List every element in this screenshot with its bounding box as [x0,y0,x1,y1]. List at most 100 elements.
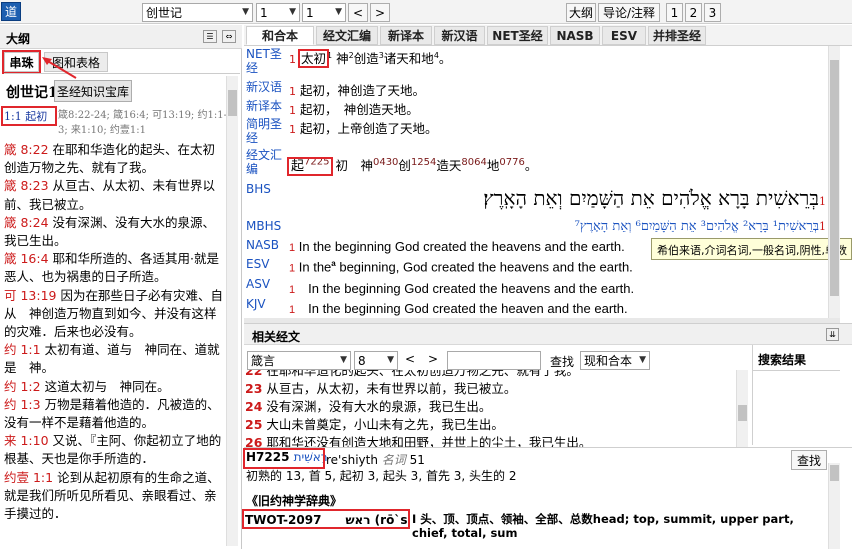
verse-text: 起初，上帝创造了天地。 [299,121,438,136]
lexicon-search-button[interactable]: 查找 [791,450,827,470]
highlight-word[interactable]: 起7225 [286,157,334,176]
part-of-speech: 名词 [381,453,406,467]
crossref-item[interactable]: 约 1:2 这道太初与 神同在。 [4,378,224,396]
related-line[interactable]: 26 耶和华还没有创造大地和田野，并世上的尘土，我已生出。 [245,434,591,447]
version-name-jjsj[interactable]: 简明圣经 [246,117,286,145]
crossref-ref[interactable]: 约壹 1:1 [4,470,53,485]
tab-version-3[interactable]: 新汉语 [434,26,485,45]
collapse-related-icon[interactable]: ⇊ [826,328,839,341]
crossref-ref[interactable]: 箴 16:4 [4,251,49,266]
crossref-item[interactable]: 来 1:10 又说、『主阿、你起初立了地的根基、天也是你手所造的． [4,432,224,468]
col-3-button[interactable]: 3 [704,3,721,22]
book-select[interactable]: 创世记 ▼ [142,3,253,22]
intro-notes-button[interactable]: 导论/注释 [598,3,660,22]
next-button[interactable]: > [370,3,390,22]
related-line[interactable]: 25 大山未曾奠定，小山未有之先，我已生出。 [245,416,591,434]
crossref-ref[interactable]: 来 1:10 [4,433,49,448]
lexicon-scroll-thumb[interactable] [830,465,839,481]
verse-text[interactable]: בְּרֵאשִׁית¹ בָּרָא² אֱלֹהִים³ אֵת הַשָּ… [575,219,819,234]
tab-version-6[interactable]: ESV [602,26,646,45]
highlight-word[interactable]: 太初 [297,49,330,68]
related-line[interactable]: 22 在耶和华造化的起头、在太初创造万物之先、就有了我。 [245,370,591,380]
related-version-select[interactable]: 现和合本 ▼ [580,351,650,370]
crossref-ref[interactable]: 约 1:2 [4,379,41,394]
version-name-kjv[interactable]: KJV [246,297,266,311]
version-name-esv[interactable]: ESV [246,257,269,271]
related-book-select[interactable]: 箴言 ▼ [247,351,351,370]
collapse-icon[interactable]: ⇔ [222,30,236,43]
tab-crossref[interactable]: 串珠 [2,50,41,74]
related-prev[interactable]: < [405,352,415,366]
col-1-button[interactable]: 1 [666,3,683,22]
kb-button[interactable]: 圣经知识宝库 [54,80,132,102]
crossref-item[interactable]: 可 13:19 因为在那些日子必有灾难、自从 神创造万物直到如今、并没有这样的灾… [4,287,224,342]
crossref-item[interactable]: 箴 8:24 没有深渊、没有大水的泉源、我已生出。 [4,214,224,250]
related-next[interactable]: > [428,352,438,366]
strongs-number[interactable]: 7225 [304,157,329,168]
version-name-mbhs[interactable]: MBHS [246,219,281,233]
crossref-text: 这道太初与 神同在。 [44,378,170,394]
tab-version-0[interactable]: 和合本 [246,26,314,45]
outline-button[interactable]: 大纲 [566,3,596,22]
crossref-item[interactable]: 约 1:3 万物是藉着他造的．凡被造的、没有一样不是藉着他造的。 [4,396,224,432]
related-search-input[interactable] [447,351,541,370]
strongs-code: H7225 [246,450,290,464]
col-2-button[interactable]: 2 [685,3,702,22]
results-divider [752,370,840,371]
version-name-bhs[interactable]: BHS [246,182,271,196]
hebrew-word: רֵאשִׁית [293,450,328,464]
version-name-jwhb[interactable]: 经文汇编 [246,148,286,176]
left-scrollbar[interactable] [226,76,238,546]
crossref-item[interactable]: 约 1:1 太初有道、道与 神同在、道就是 神。 [4,341,224,377]
strongs-number[interactable]: 8064 [461,157,486,168]
strongs-number[interactable]: 0776 [499,157,524,168]
list-icon[interactable]: ☰ [203,30,217,43]
left-scroll-thumb[interactable] [228,90,237,116]
crossref-ref[interactable]: 约 1:3 [4,397,41,412]
related-scroll-thumb[interactable] [738,405,747,421]
related-chapter-select[interactable]: 8 ▼ [354,351,398,370]
chapter-select[interactable]: 1 ▼ [256,3,300,22]
chevron-down-icon: ▼ [335,7,342,17]
crossref-item[interactable]: 箴 8:23 从亘古、从太初、未有世界以前、我已被立。 [4,177,224,213]
version-name-xyb[interactable]: 新译本 [246,99,282,113]
tab-version-7[interactable]: 并排圣经 [648,26,706,45]
tab-version-2[interactable]: 新译本 [380,26,432,45]
crossref-item[interactable]: 箴 8:22 在耶和华造化的起头、在太初创造万物之先、就有了我。 [4,141,224,177]
lexicon-scrollbar[interactable] [828,463,840,549]
prev-button[interactable]: < [348,3,368,22]
related-verse-number: 24 [245,399,263,414]
crossref-item[interactable]: 箴 16:4 耶和华所造的、各适其用·就是恶人、也为祸患的日子所造。 [4,250,224,286]
version-name-net[interactable]: NET圣经 [246,47,286,75]
strongs-number[interactable]: 1254 [411,157,436,168]
verse-scrollbar[interactable] [828,46,840,318]
related-scrollbar[interactable] [736,370,748,447]
chevron-down-icon: ▼ [639,355,646,365]
crossref-ref[interactable]: 箴 8:24 [4,215,49,230]
crossref-ref[interactable]: 约 1:1 [4,342,41,357]
tab-version-4[interactable]: NET圣经 [487,26,548,45]
tab-version-1[interactable]: 经文汇编 [316,26,378,45]
ref-head[interactable]: 1:1 起初 [1,106,57,126]
crossref-ref[interactable]: 可 13:19 [4,288,57,303]
verse-select[interactable]: 1 ▼ [302,3,346,22]
verse-bhs: 1בְּרֵאשִׁית בָּרָא אֱלֹהִים אֵת הַשָּׁמ… [480,186,826,211]
version-name-nasb[interactable]: NASB [246,238,279,252]
crossref-item[interactable]: 约壹 1:1 论到从起初原有的生命之道、就是我们所听见所看见、亲眼看过、亲手摸过… [4,469,224,524]
crossref-ref[interactable]: 箴 8:23 [4,178,49,193]
results-title: 搜索结果 [758,353,807,367]
verse-text: 诸天和地 [383,51,434,66]
lexicon-entry-head[interactable]: H7225 רֵאשִׁית [243,448,328,469]
twot-entry[interactable]: TWOT-2097 ראש (rō`sh) [242,509,410,529]
version-name-asv[interactable]: ASV [246,277,270,291]
app-logo[interactable]: 道 [1,2,21,21]
verse-scroll-thumb[interactable] [830,60,839,296]
tab-version-5[interactable]: NASB [550,26,600,45]
occurrence-count: 51 [409,453,425,467]
related-line[interactable]: 23 从亘古，从太初，未有世界以前，我已被立。 [245,380,591,398]
version-name-xhy[interactable]: 新汉语 [246,80,282,94]
related-search-button[interactable]: 查找 [550,353,574,370]
crossref-ref[interactable]: 箴 8:22 [4,142,49,157]
strongs-number[interactable]: 0430 [373,157,398,168]
related-line[interactable]: 24 没有深渊，没有大水的泉源，我已生出。 [245,398,591,416]
